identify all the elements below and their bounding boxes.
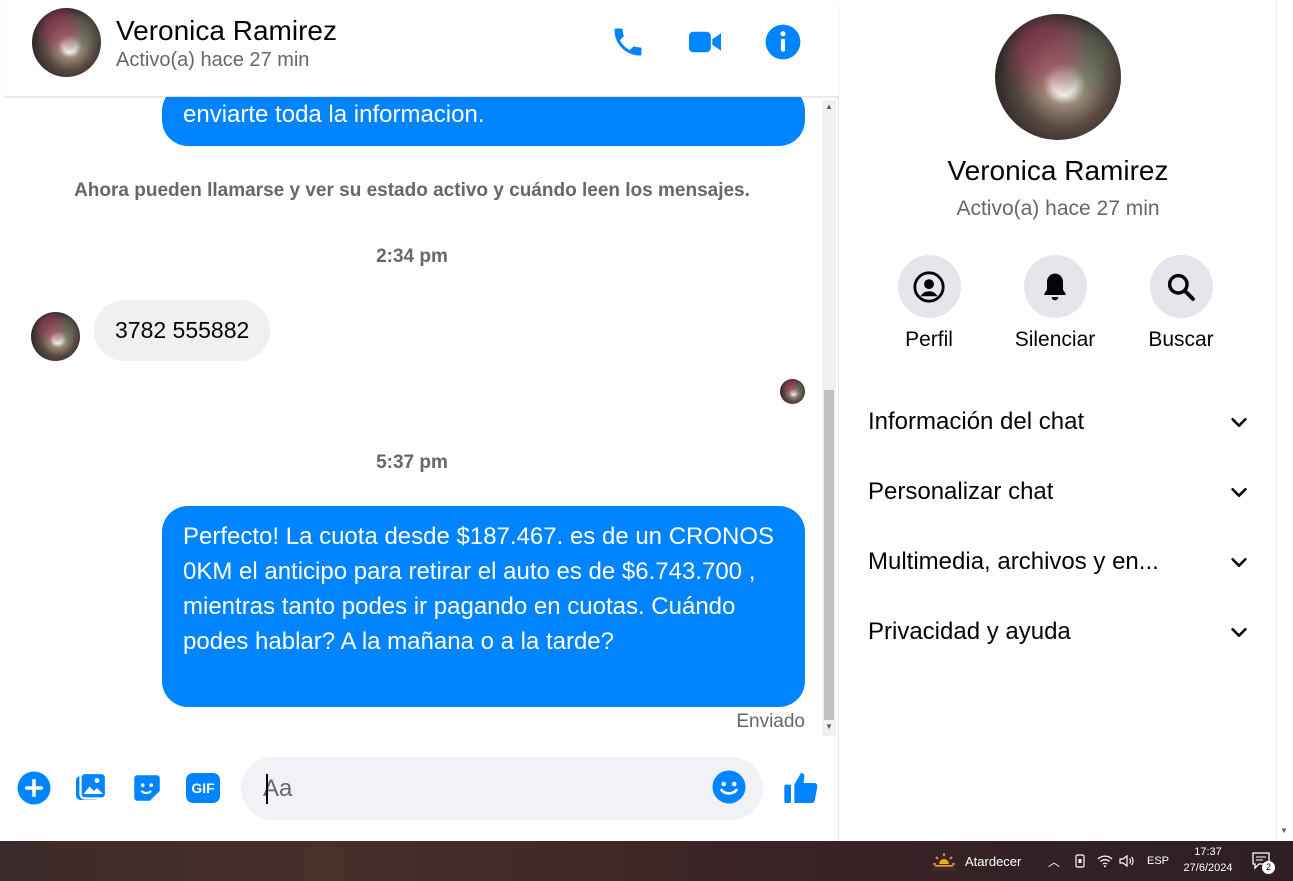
search-icon bbox=[1149, 255, 1213, 318]
section-label: Personalizar chat bbox=[868, 478, 1054, 505]
chevron-down-icon bbox=[1231, 627, 1247, 637]
section-label: Multimedia, archivos y en... bbox=[868, 548, 1159, 575]
photo-gallery-icon[interactable] bbox=[73, 770, 109, 806]
notifications-icon[interactable]: 2 bbox=[1251, 841, 1275, 881]
section-customize-chat[interactable]: Personalizar chat bbox=[868, 467, 1250, 517]
delivery-status: Enviado bbox=[736, 711, 805, 732]
read-receipt-avatar bbox=[780, 379, 805, 404]
timestamp: 5:37 pm bbox=[376, 452, 448, 473]
emoji-icon[interactable] bbox=[711, 769, 747, 805]
message-thread[interactable]: enviarte toda la informacion. Ahora pued… bbox=[4, 97, 839, 740]
video-camera-icon[interactable] bbox=[685, 22, 725, 62]
section-privacy-help[interactable]: Privacidad y ayuda bbox=[868, 607, 1250, 657]
message-composer: GIF bbox=[4, 740, 839, 841]
language-indicator[interactable]: ESP bbox=[1147, 841, 1169, 881]
chevron-down-icon bbox=[1231, 417, 1247, 427]
contact-name[interactable]: Veronica Ramirez bbox=[116, 15, 337, 47]
weather-label: Atardecer bbox=[965, 853, 1022, 869]
side-contact-name: Veronica Ramirez bbox=[947, 155, 1169, 186]
mute-label: Silenciar bbox=[1014, 328, 1096, 351]
clock-date: 27/6/2024 bbox=[1183, 862, 1233, 874]
sunset-icon bbox=[932, 853, 956, 871]
outgoing-message[interactable]: enviarte toda la informacion. bbox=[162, 97, 805, 146]
section-label: Información del chat bbox=[868, 408, 1085, 435]
contact-avatar-small[interactable] bbox=[31, 312, 80, 361]
gif-icon[interactable]: GIF bbox=[184, 770, 222, 806]
bell-icon bbox=[1023, 255, 1087, 318]
clock-time: 17:37 bbox=[1194, 846, 1222, 858]
chat-panel: Veronica Ramirez Activo(a) hace 27 min e… bbox=[4, 0, 839, 841]
notification-badge: 2 bbox=[1262, 861, 1275, 874]
scroll-down-arrow-icon[interactable]: ▼ bbox=[1280, 826, 1288, 835]
side-contact-status: Activo(a) hace 27 min bbox=[956, 197, 1160, 220]
wifi-icon[interactable] bbox=[1097, 841, 1113, 881]
profile-button[interactable]: Perfil bbox=[874, 255, 984, 352]
profile-icon bbox=[897, 255, 961, 318]
message-input[interactable] bbox=[241, 757, 763, 820]
incoming-message[interactable]: 3782 555882 bbox=[94, 300, 271, 361]
timestamp: 2:34 pm bbox=[376, 246, 448, 267]
sticker-icon[interactable] bbox=[129, 770, 165, 806]
contact-avatar-large[interactable] bbox=[995, 14, 1121, 140]
system-clock[interactable]: 17:37 27/6/2024 bbox=[1178, 844, 1238, 876]
section-chat-info[interactable]: Información del chat bbox=[868, 397, 1250, 447]
profile-label: Perfil bbox=[905, 328, 953, 351]
info-icon[interactable] bbox=[763, 22, 803, 62]
contact-status: Activo(a) hace 27 min bbox=[116, 49, 310, 71]
section-media-files[interactable]: Multimedia, archivos y en... bbox=[868, 537, 1250, 587]
text-caret bbox=[266, 774, 268, 804]
scroll-up-arrow-icon[interactable]: ▲ bbox=[824, 102, 834, 112]
thread-scrollbar-thumb[interactable] bbox=[824, 390, 834, 720]
contact-avatar[interactable] bbox=[32, 8, 101, 77]
outgoing-message[interactable]: Perfecto! La cuota desde $187.467. es de… bbox=[162, 506, 805, 707]
speaker-icon[interactable] bbox=[1119, 841, 1135, 881]
chevron-down-icon bbox=[1231, 557, 1247, 567]
chat-header: Veronica Ramirez Activo(a) hace 27 min bbox=[4, 0, 839, 97]
device-icon[interactable] bbox=[1073, 841, 1087, 881]
thumbs-up-icon[interactable] bbox=[780, 768, 822, 808]
search-label: Buscar bbox=[1148, 328, 1214, 351]
search-button[interactable]: Buscar bbox=[1126, 255, 1236, 352]
chevron-down-icon bbox=[1231, 487, 1247, 497]
phone-icon[interactable] bbox=[608, 22, 648, 62]
windows-taskbar: Atardecer ︿ ESP 17:37 27/6/2024 2 bbox=[0, 841, 1293, 881]
gif-label: GIF bbox=[186, 773, 220, 803]
weather-widget[interactable]: Atardecer bbox=[932, 841, 1021, 881]
plus-icon[interactable] bbox=[16, 770, 52, 806]
conversation-info-panel: Veronica Ramirez Activo(a) hace 27 min P… bbox=[840, 0, 1276, 841]
messenger-app: Veronica Ramirez Activo(a) hace 27 min e… bbox=[0, 0, 1293, 841]
scroll-down-arrow-icon[interactable]: ▼ bbox=[824, 722, 834, 732]
section-label: Privacidad y ayuda bbox=[868, 618, 1071, 645]
mute-button[interactable]: Silenciar bbox=[1000, 255, 1110, 352]
window-scrollbar[interactable]: ▼ bbox=[1276, 0, 1293, 841]
chevron-up-icon[interactable]: ︿ bbox=[1048, 841, 1060, 881]
system-note: Ahora pueden llamarse y ver su estado ac… bbox=[74, 180, 750, 201]
